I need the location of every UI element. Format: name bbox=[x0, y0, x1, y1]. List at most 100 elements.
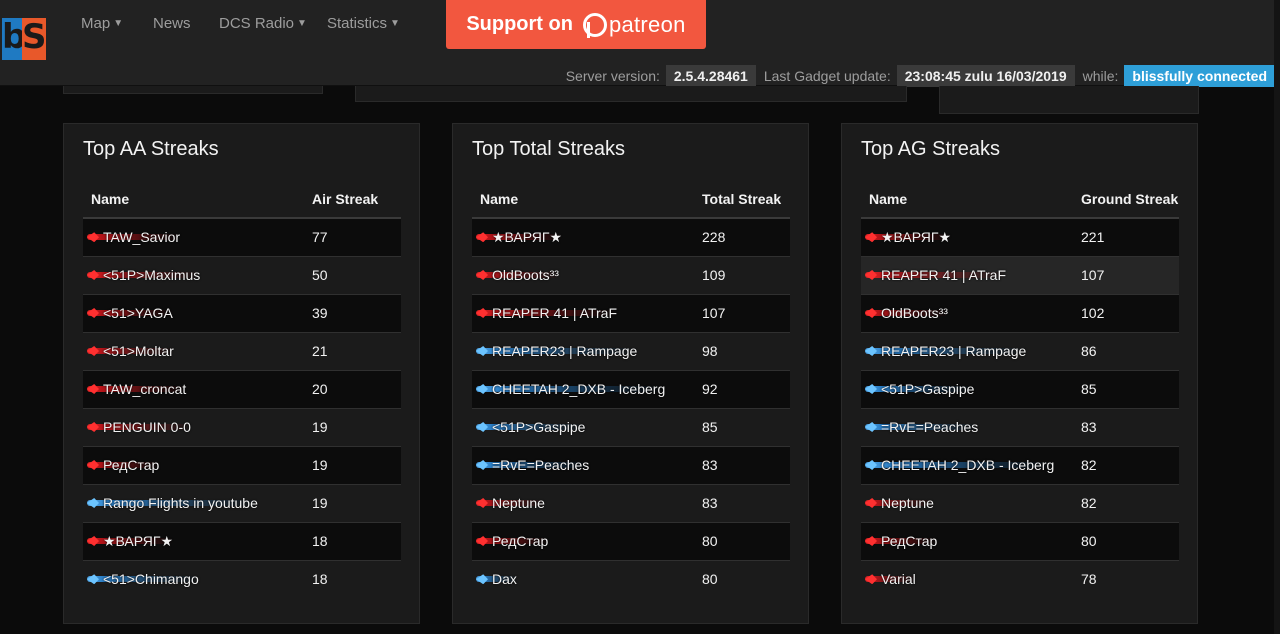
player-link[interactable]: OldBoots³³ bbox=[865, 305, 948, 321]
player-name: ★ВАРЯГ★ bbox=[881, 228, 952, 245]
player-name-cell: =RvE=Peaches bbox=[472, 445, 694, 484]
player-link[interactable]: REAPER23 | Rampage bbox=[476, 343, 638, 359]
streak-value-cell: 20 bbox=[304, 369, 401, 408]
player-link[interactable]: Dax bbox=[476, 571, 517, 587]
streak-value-cell: 83 bbox=[694, 445, 790, 484]
streak-value-cell: 77 bbox=[304, 217, 401, 256]
table-row: REAPER 41 | ATraF 107 bbox=[472, 293, 790, 332]
table-row: Varial 78 bbox=[861, 559, 1179, 598]
player-name: Rango Flights in youtube bbox=[103, 495, 258, 511]
player-link[interactable]: РедСтар bbox=[476, 533, 549, 549]
player-link[interactable]: TAW_croncat bbox=[87, 381, 187, 397]
player-name-cell: REAPER23 | Rampage bbox=[861, 331, 1073, 370]
table-row: Dax 80 bbox=[472, 559, 790, 598]
player-link[interactable]: Neptune bbox=[865, 495, 934, 511]
player-name-cell: TAW_Savior bbox=[83, 217, 304, 256]
nav-statistics-dropdown[interactable]: Statistics ▼ bbox=[327, 15, 400, 32]
streak-value-cell: 85 bbox=[694, 407, 790, 446]
player-link[interactable]: Varial bbox=[865, 571, 916, 587]
table-row: Neptune 82 bbox=[861, 483, 1179, 522]
player-name-cell: CHEETAH 2_DXB - Iceberg bbox=[861, 445, 1073, 484]
player-link[interactable]: РедСтар bbox=[87, 457, 160, 473]
table-row: <51>Chimango 18 bbox=[83, 559, 401, 598]
panel-title: Top Total Streaks bbox=[472, 138, 626, 160]
streak-value-cell: 21 bbox=[304, 331, 401, 370]
player-link[interactable]: РедСтар bbox=[865, 533, 938, 549]
panel-top-total-streaks: Top Total Streaks Name Total Streak ★ВАР… bbox=[452, 123, 809, 624]
nav-map-label: Map bbox=[81, 15, 111, 32]
table-row: CHEETAH 2_DXB - Iceberg 92 bbox=[472, 369, 790, 408]
player-link[interactable]: <51P>Gaspipe bbox=[865, 381, 975, 397]
streak-value-cell: 109 bbox=[694, 255, 790, 294]
streak-value-cell: 228 bbox=[694, 217, 790, 256]
streak-value-cell: 80 bbox=[694, 559, 790, 598]
player-link[interactable]: <51>YAGA bbox=[87, 305, 173, 321]
table-row: REAPER23 | Rampage 98 bbox=[472, 331, 790, 370]
nav-news-label: News bbox=[153, 15, 191, 32]
logo-letter-b: b bbox=[2, 17, 26, 60]
streak-value-cell: 80 bbox=[694, 521, 790, 560]
player-name-cell: Varial bbox=[861, 559, 1073, 598]
player-link[interactable]: =RvE=Peaches bbox=[476, 457, 590, 473]
table-row: REAPER23 | Rampage 86 bbox=[861, 331, 1179, 370]
page-scrollbar[interactable] bbox=[1274, 0, 1280, 634]
caret-down-icon: ▼ bbox=[297, 18, 307, 29]
streak-value-cell: 18 bbox=[304, 521, 401, 560]
player-link[interactable]: ★ВАРЯГ★ bbox=[476, 229, 563, 246]
player-link[interactable]: ★ВАРЯГ★ bbox=[87, 533, 174, 550]
panel-top-ag-streaks: Top AG Streaks Name Ground Streak ★ВАРЯГ… bbox=[841, 123, 1198, 624]
ag-streaks-table: Name Ground Streak ★ВАРЯГ★ 221 REAPER 41 |… bbox=[861, 180, 1179, 598]
player-link[interactable]: CHEETAH 2_DXB - Iceberg bbox=[865, 457, 1055, 473]
table-header-row: Name Air Streak bbox=[83, 180, 401, 219]
player-name: <51P>Gaspipe bbox=[492, 419, 586, 435]
table-row: TAW_Savior 77 bbox=[83, 217, 401, 256]
player-name-cell: <51P>Gaspipe bbox=[472, 407, 694, 446]
player-name-cell: РедСтар bbox=[861, 521, 1073, 560]
nav-news-link[interactable]: News bbox=[153, 15, 191, 32]
streak-value-cell: 102 bbox=[1073, 293, 1179, 332]
player-link[interactable]: REAPER 41 | ATraF bbox=[865, 267, 1007, 283]
player-link[interactable]: <51P>Maximus bbox=[87, 267, 201, 283]
player-name-cell: РедСтар bbox=[83, 445, 304, 484]
streak-value-cell: 98 bbox=[694, 331, 790, 370]
player-name: TAW_Savior bbox=[103, 229, 181, 246]
player-name: REAPER 41 | ATraF bbox=[881, 267, 1007, 283]
patreon-prefix: Support on bbox=[466, 13, 573, 35]
player-name: <51P>Gaspipe bbox=[881, 381, 975, 397]
player-name: =RvE=Peaches bbox=[492, 457, 590, 473]
player-link[interactable]: <51>Moltar bbox=[87, 343, 174, 359]
player-link[interactable]: PENGUIN 0-0 bbox=[87, 419, 191, 435]
server-version-value: 2.5.4.28461 bbox=[665, 65, 756, 87]
patreon-support-button[interactable]: Support on patreon bbox=[446, 0, 706, 49]
player-link[interactable]: CHEETAH 2_DXB - Iceberg bbox=[476, 381, 666, 397]
player-link[interactable]: OldBoots³³ bbox=[476, 267, 559, 283]
table-header-row: Name Ground Streak bbox=[861, 180, 1179, 219]
panel-remnant-left bbox=[63, 86, 323, 94]
panel-top-aa-streaks: Top AA Streaks Name Air Streak TAW_Savio… bbox=[63, 123, 420, 624]
table-row: <51P>Gaspipe 85 bbox=[472, 407, 790, 446]
player-link[interactable]: REAPER23 | Rampage bbox=[865, 343, 1027, 359]
player-link[interactable]: Neptune bbox=[476, 495, 545, 511]
streak-value-cell: 19 bbox=[304, 445, 401, 484]
player-link[interactable]: ★ВАРЯГ★ bbox=[865, 228, 952, 246]
player-link[interactable]: =RvE=Peaches bbox=[865, 419, 979, 435]
table-row: <51P>Maximus 50 bbox=[83, 255, 401, 294]
table-row: Neptune 83 bbox=[472, 483, 790, 522]
player-link[interactable]: <51>Chimango bbox=[87, 571, 199, 587]
caret-down-icon: ▼ bbox=[390, 18, 400, 29]
streak-value-cell: 80 bbox=[1073, 521, 1179, 560]
nav-dcs-radio-dropdown[interactable]: DCS Radio ▼ bbox=[219, 15, 307, 32]
streak-value-cell: 82 bbox=[1073, 445, 1179, 484]
column-header-name: Name bbox=[83, 180, 304, 219]
player-link[interactable]: REAPER 41 | ATraF bbox=[476, 305, 618, 321]
streak-value-cell: 39 bbox=[304, 293, 401, 332]
nav-map-dropdown[interactable]: Map ▼ bbox=[81, 15, 123, 32]
player-link[interactable]: Rango Flights in youtube bbox=[87, 495, 258, 511]
site-logo[interactable]: b S bbox=[2, 17, 47, 60]
player-name: <51P>Maximus bbox=[103, 267, 201, 283]
gadget-update-value: 23:08:45 zulu 16/03/2019 bbox=[896, 65, 1075, 87]
player-link[interactable]: TAW_Savior bbox=[87, 229, 181, 246]
player-name: TAW_croncat bbox=[103, 381, 187, 397]
table-row: РедСтар 19 bbox=[83, 445, 401, 484]
player-link[interactable]: <51P>Gaspipe bbox=[476, 419, 586, 435]
